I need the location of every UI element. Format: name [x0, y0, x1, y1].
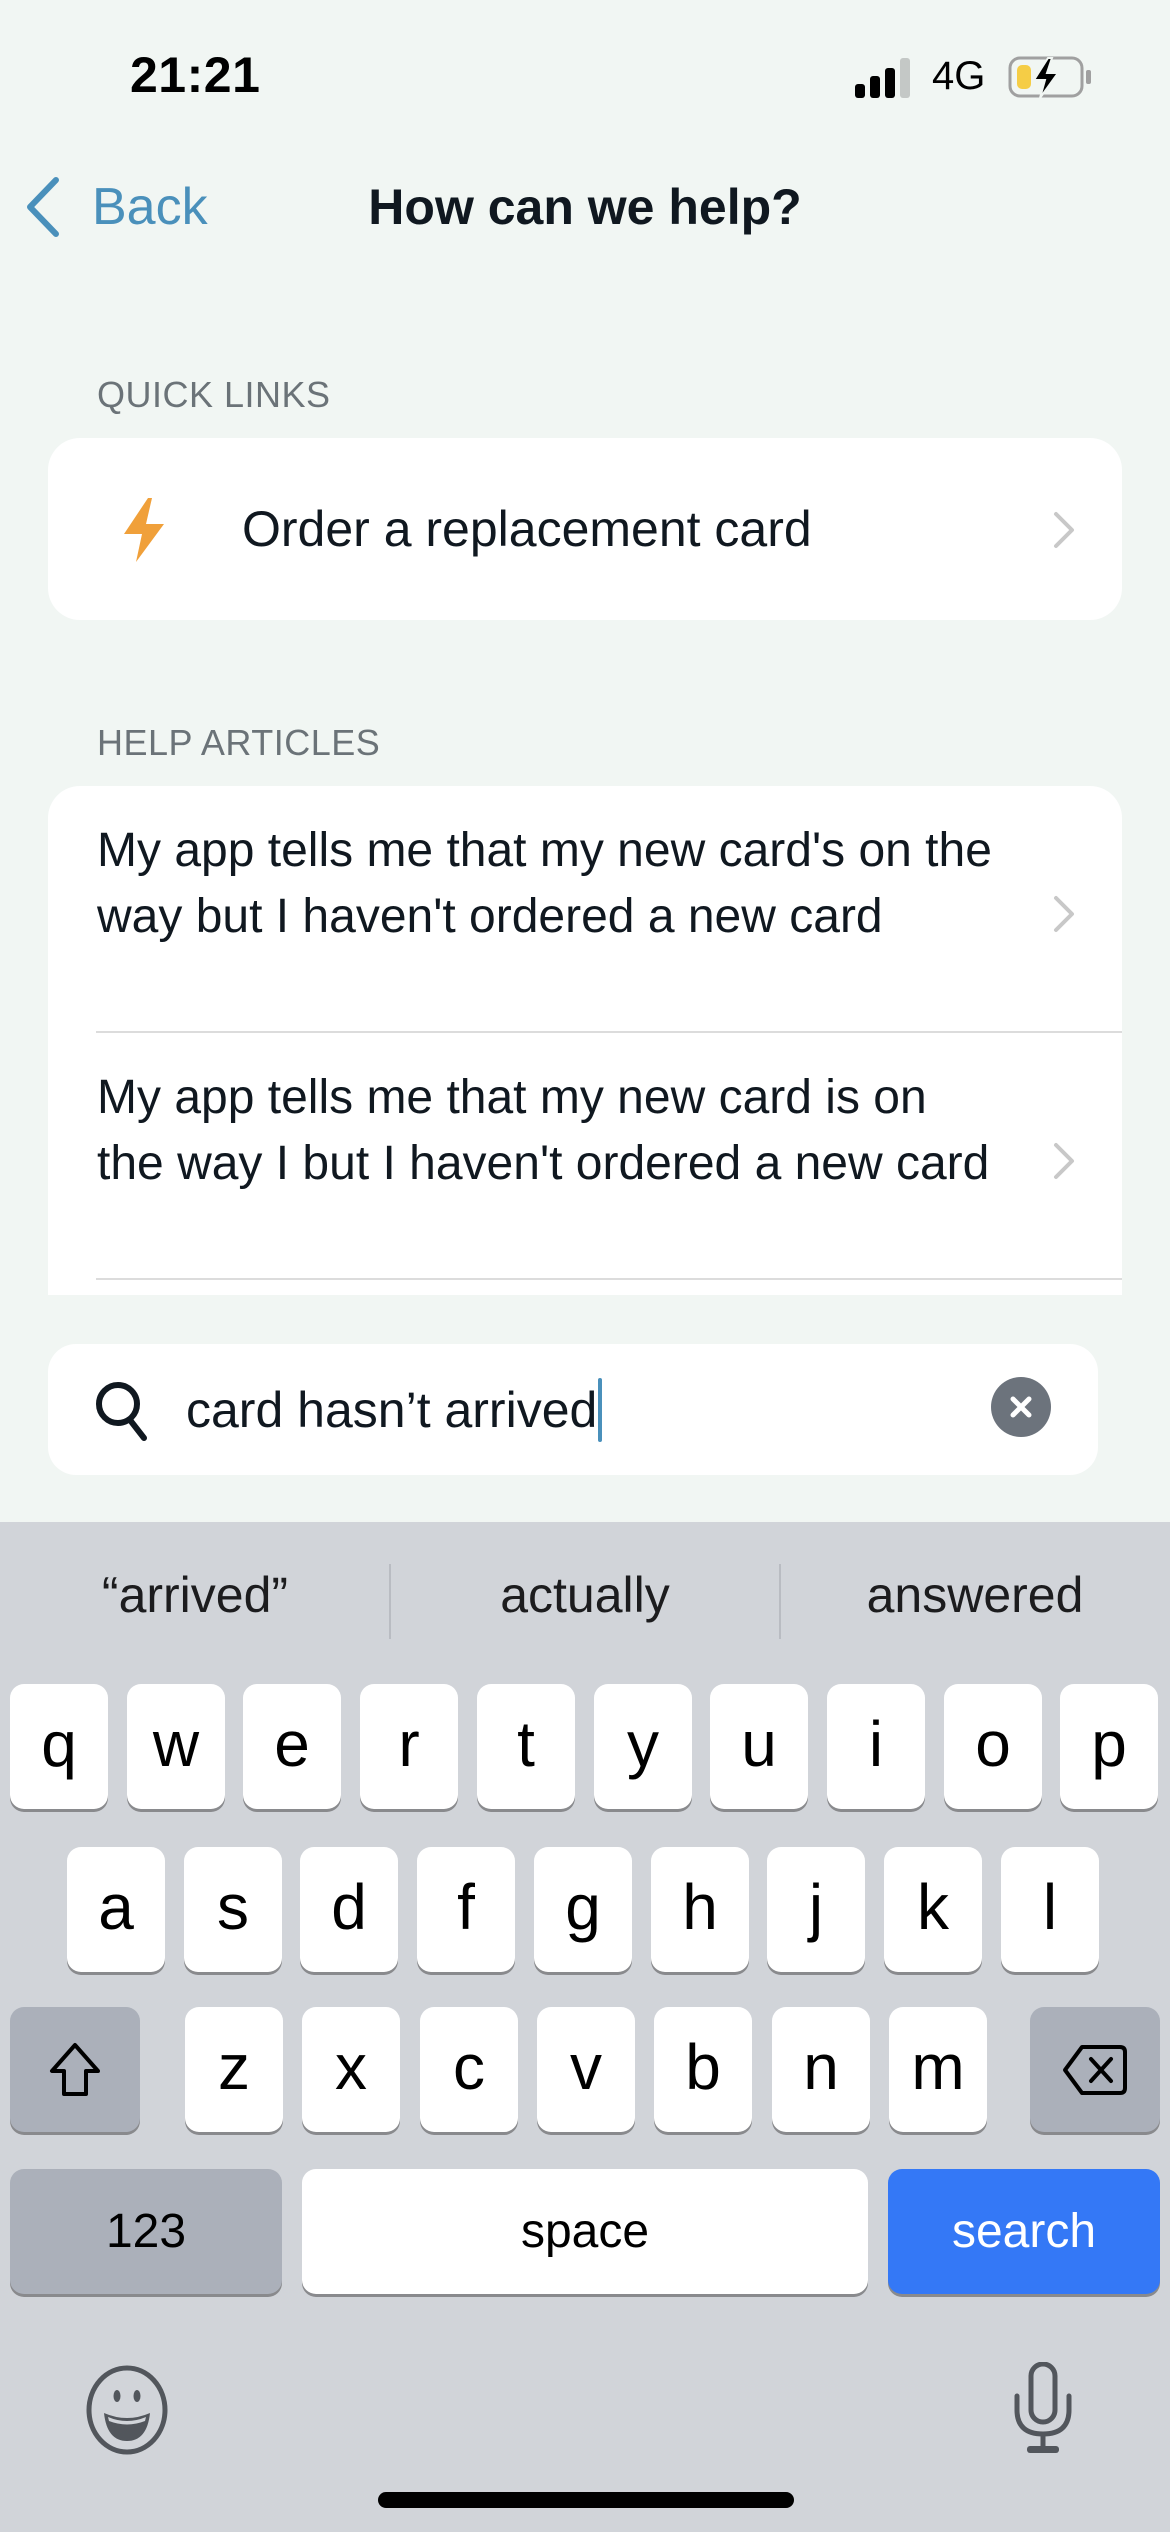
- suggestion-item[interactable]: answered: [780, 1522, 1170, 1667]
- chevron-right-icon: [1054, 1143, 1074, 1179]
- numbers-key[interactable]: 123: [10, 2169, 282, 2294]
- search-key[interactable]: search: [888, 2169, 1160, 2294]
- shift-key[interactable]: [10, 2007, 140, 2132]
- key-x[interactable]: x: [302, 2007, 400, 2132]
- key-label: r: [398, 1707, 420, 1780]
- key-w[interactable]: w: [127, 1684, 225, 1809]
- key-v[interactable]: v: [537, 2007, 635, 2132]
- microphone-icon[interactable]: [1005, 2362, 1081, 2456]
- quick-link-order-replacement-card[interactable]: Order a replacement card: [48, 438, 1122, 620]
- key-label: j: [808, 1870, 824, 1943]
- key-f[interactable]: f: [417, 1847, 515, 1972]
- key-e[interactable]: e: [243, 1684, 341, 1809]
- key-label: q: [41, 1707, 77, 1780]
- search-field[interactable]: card hasn’t arrived: [48, 1344, 1098, 1475]
- key-label: o: [975, 1707, 1011, 1780]
- help-article-item[interactable]: My app tells me that my new card is on t…: [48, 1033, 1122, 1280]
- key-t[interactable]: t: [477, 1684, 575, 1809]
- help-articles-header: HELP ARTICLES: [97, 722, 381, 763]
- key-b[interactable]: b: [654, 2007, 752, 2132]
- key-label: b: [685, 2030, 721, 2103]
- key-label: i: [868, 1707, 884, 1780]
- space-key[interactable]: space: [302, 2169, 868, 2294]
- clear-search-button[interactable]: [991, 1377, 1051, 1437]
- key-label: a: [98, 1870, 134, 1943]
- key-p[interactable]: p: [1060, 1684, 1158, 1809]
- help-article-item[interactable]: My app tells me that my new card's on th…: [48, 786, 1122, 1033]
- key-n[interactable]: n: [772, 2007, 870, 2132]
- key-m[interactable]: m: [889, 2007, 987, 2132]
- key-z[interactable]: z: [185, 2007, 283, 2132]
- key-a[interactable]: a: [67, 1847, 165, 1972]
- cellular-signal-icon: [855, 58, 910, 98]
- key-label: u: [741, 1707, 777, 1780]
- page-title: How can we help?: [368, 179, 802, 235]
- status-time: 21:21: [130, 47, 261, 103]
- key-label: v: [570, 2030, 602, 2103]
- key-label: n: [803, 2030, 839, 2103]
- key-i[interactable]: i: [827, 1684, 925, 1809]
- key-label: g: [565, 1870, 601, 1943]
- lightning-bolt-icon: [124, 498, 164, 562]
- key-label: z: [218, 2030, 250, 2103]
- key-label: t: [517, 1707, 535, 1780]
- key-label: m: [911, 2030, 965, 2103]
- clear-icon: [1010, 1396, 1032, 1418]
- key-h[interactable]: h: [651, 1847, 749, 1972]
- key-label: y: [627, 1707, 659, 1780]
- key-l[interactable]: l: [1001, 1847, 1099, 1972]
- delete-backspace-icon: [1063, 2044, 1127, 2095]
- key-q[interactable]: q: [10, 1684, 108, 1809]
- key-label: f: [457, 1870, 475, 1943]
- key-y[interactable]: y: [594, 1684, 692, 1809]
- key-label: k: [917, 1870, 949, 1943]
- key-label: p: [1091, 1707, 1127, 1780]
- key-j[interactable]: j: [767, 1847, 865, 1972]
- emoji-icon[interactable]: [84, 2365, 170, 2455]
- key-label: e: [274, 1707, 310, 1780]
- key-label: c: [453, 2030, 485, 2103]
- keyboard: “arrived” actually answered q w e r t y u i o p a s…: [0, 1522, 1170, 2532]
- chevron-right-icon: [1054, 512, 1074, 548]
- help-articles-list: My app tells me that my new card's on th…: [48, 786, 1122, 1295]
- key-label: w: [152, 1707, 200, 1780]
- help-article-title: My app tells me that my new card's on th…: [97, 824, 992, 943]
- key-d[interactable]: d: [300, 1847, 398, 1972]
- key-r[interactable]: r: [360, 1684, 458, 1809]
- quick-links-header: QUICK LINKS: [97, 374, 331, 415]
- key-u[interactable]: u: [710, 1684, 808, 1809]
- battery-charging-icon: [1008, 56, 1091, 98]
- chevron-right-icon: [1054, 896, 1074, 932]
- divider: [96, 1278, 1122, 1280]
- key-c[interactable]: c: [420, 2007, 518, 2132]
- shift-icon: [50, 2042, 100, 2096]
- key-label: d: [331, 1870, 367, 1943]
- suggestion-item[interactable]: actually: [390, 1522, 780, 1667]
- key-k[interactable]: k: [884, 1847, 982, 1972]
- network-type: 4G: [932, 54, 986, 98]
- key-label: l: [1042, 1870, 1058, 1943]
- search-input-value: card hasn’t arrived: [186, 1382, 598, 1438]
- key-label: x: [335, 2030, 367, 2103]
- key-s[interactable]: s: [184, 1847, 282, 1972]
- home-indicator: [378, 2492, 794, 2508]
- key-label: h: [682, 1870, 718, 1943]
- text-caret: [598, 1378, 603, 1442]
- key-g[interactable]: g: [534, 1847, 632, 1972]
- key-o[interactable]: o: [944, 1684, 1042, 1809]
- key-label: s: [217, 1870, 249, 1943]
- search-input[interactable]: card hasn’t arrived: [186, 1374, 603, 1446]
- help-article-title: My app tells me that my new card is on t…: [97, 1071, 990, 1190]
- quick-link-label: Order a replacement card: [242, 501, 812, 557]
- search-icon: [96, 1382, 147, 1441]
- suggestion-item[interactable]: “arrived”: [0, 1522, 390, 1667]
- delete-key[interactable]: [1030, 2007, 1160, 2132]
- suggestion-bar: “arrived” actually answered: [0, 1522, 1170, 1667]
